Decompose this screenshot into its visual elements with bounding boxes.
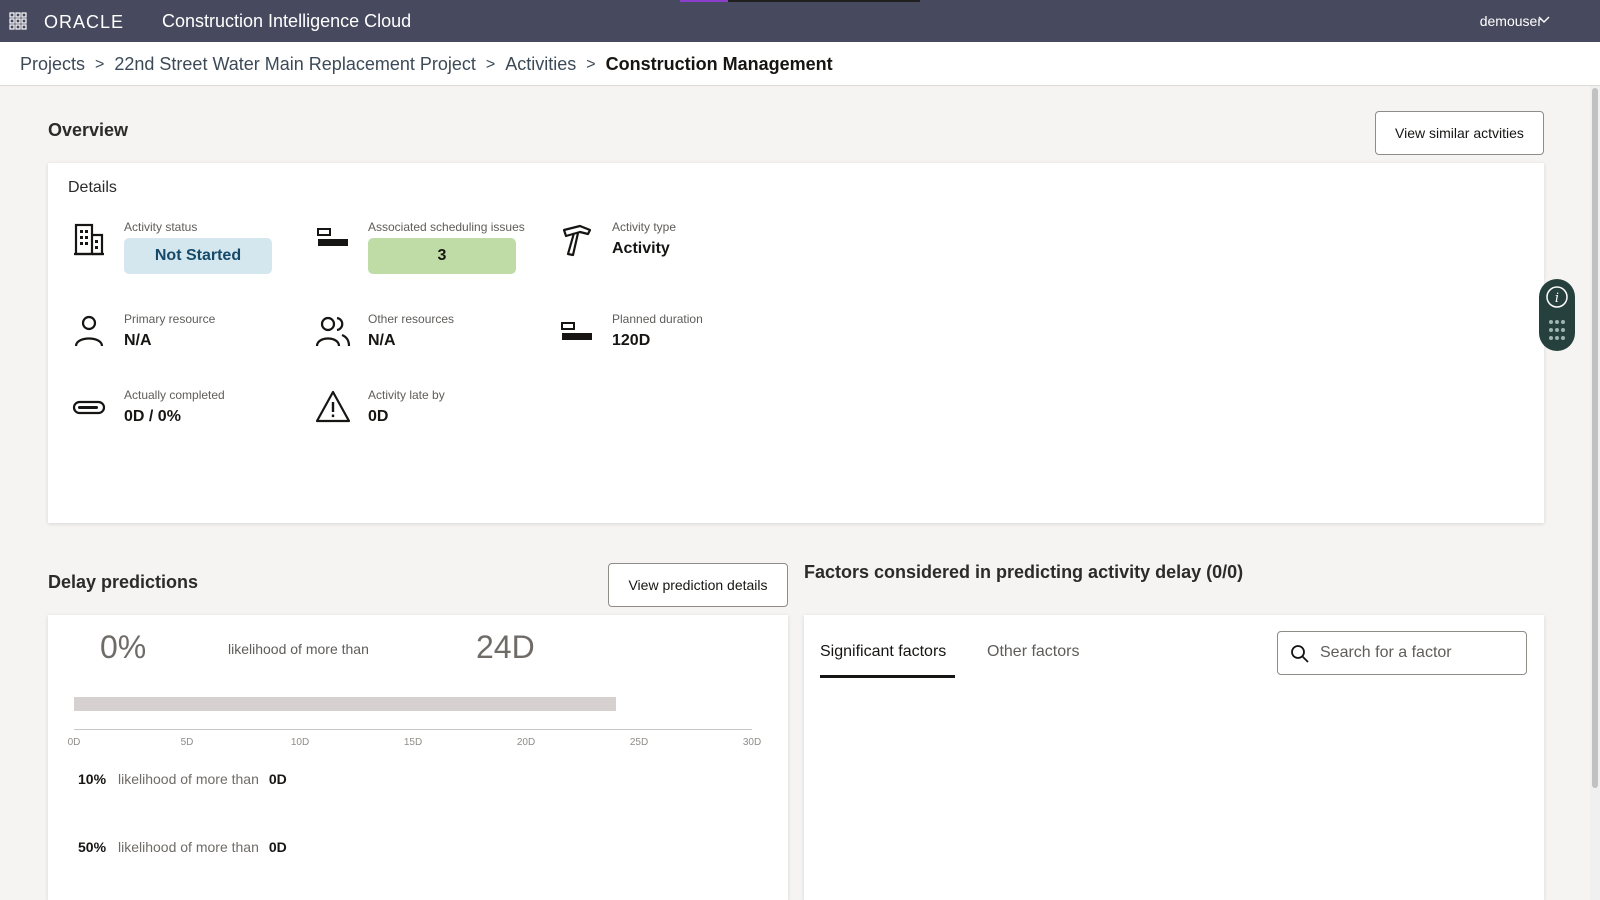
scrollbar-thumb[interactable] — [1592, 88, 1598, 788]
product-name: Construction Intelligence Cloud — [162, 11, 412, 31]
page-scrollbar[interactable] — [1590, 86, 1600, 900]
tab-significant-factors[interactable]: Significant factors — [820, 643, 946, 661]
likelihood-row-10: 10% likelihood of more than 0D — [78, 771, 287, 787]
issues-count-badge[interactable]: 3 — [368, 238, 516, 274]
details-card: Details Activity status Not Started Asso… — [48, 163, 1544, 523]
axis-tick-label: 10D — [290, 737, 310, 748]
delay-bar-track — [74, 697, 617, 711]
active-tab-indicator — [820, 675, 955, 678]
drag-handle-icon[interactable] — [1548, 319, 1566, 341]
headline-delay-days: 24D — [476, 629, 535, 665]
top-bar: ORACLE Construction Intelligence Cloud d… — [0, 0, 1600, 42]
likelihood-percent: 50% — [78, 839, 107, 855]
breadcrumb-separator: > — [95, 55, 105, 73]
person-icon — [74, 315, 104, 347]
overview-title: Overview — [48, 120, 129, 140]
delay-axis-line — [74, 729, 752, 730]
factor-search-box[interactable] — [1277, 631, 1527, 675]
breadcrumb-projects[interactable]: Projects — [20, 54, 85, 75]
headline-likelihood-text: likelihood of more than — [228, 641, 369, 657]
progress-pill-icon — [72, 400, 106, 415]
side-assistant-widget[interactable]: i — [1539, 279, 1575, 351]
actually-completed-value: 0D / 0% — [124, 408, 181, 425]
axis-tick-label: 30D — [742, 737, 762, 748]
other-resources-label: Other resources — [368, 312, 455, 326]
planned-duration-value: 120D — [612, 332, 651, 349]
warning-icon — [315, 390, 351, 423]
breadcrumb-bar: Projects > 22nd Street Water Main Replac… — [0, 42, 1600, 86]
primary-resource-label: Primary resource — [124, 312, 216, 326]
scheduling-issues-label: Associated scheduling issues — [368, 220, 525, 234]
primary-resource-value: N/A — [124, 332, 152, 349]
factors-title: Factors considered in predicting activit… — [804, 562, 1244, 582]
hammer-icon — [562, 224, 592, 257]
likelihood-text: likelihood of more than — [118, 771, 259, 787]
oracle-logo[interactable]: ORACLE — [44, 12, 124, 33]
likelihood-row-50: 50% likelihood of more than 0D — [78, 839, 287, 855]
people-icon — [315, 316, 351, 347]
breadcrumb-separator: > — [485, 55, 496, 73]
view-similar-activities-button[interactable]: View similar actvities — [1375, 111, 1544, 155]
user-menu[interactable]: demouser — [1480, 13, 1542, 29]
search-icon — [1291, 645, 1309, 663]
delay-bar-fill — [74, 697, 617, 711]
info-icon[interactable]: i — [1545, 285, 1569, 309]
delay-predictions-title: Delay predictions — [48, 572, 199, 592]
top-accent — [680, 0, 728, 2]
apps-grid-icon[interactable] — [9, 12, 27, 30]
delay-predictions-card: 0% likelihood of more than 24D 0D 5D 10D 15… — [48, 615, 788, 900]
factors-card: Significant factors Other factors — [804, 615, 1544, 900]
top-accent-dark — [728, 0, 920, 2]
view-prediction-details-button[interactable]: View prediction details — [608, 563, 788, 607]
axis-tick-label: 25D — [629, 737, 649, 748]
likelihood-days: 0D — [268, 771, 287, 787]
likelihood-text: likelihood of more than — [118, 839, 259, 855]
breadcrumb: Projects > 22nd Street Water Main Replac… — [20, 54, 833, 75]
planned-duration-label: Planned duration — [612, 312, 703, 326]
activity-type-label: Activity type — [612, 220, 677, 234]
late-by-label: Activity late by — [368, 388, 445, 402]
chevron-down-icon[interactable] — [1538, 15, 1550, 25]
likelihood-days: 0D — [268, 839, 287, 855]
activity-type-value: Activity — [612, 240, 670, 257]
breadcrumb-current: Construction Management — [605, 54, 833, 74]
headline-likelihood-percent: 0% — [100, 629, 147, 665]
axis-tick-label: 0D — [67, 737, 81, 748]
gantt-bars-icon — [317, 228, 348, 246]
building-icon — [74, 223, 104, 256]
axis-tick-label: 20D — [516, 737, 536, 748]
duration-bars-icon — [561, 322, 592, 340]
svg-text:i: i — [1555, 291, 1559, 306]
late-by-value: 0D — [368, 408, 389, 425]
actually-completed-label: Actually completed — [124, 388, 225, 402]
axis-tick-label: 15D — [403, 737, 423, 748]
tab-other-factors[interactable]: Other factors — [987, 643, 1079, 661]
details-title: Details — [68, 179, 117, 196]
likelihood-percent: 10% — [78, 771, 107, 787]
status-badge: Not Started — [124, 238, 272, 274]
other-resources-value: N/A — [368, 332, 396, 349]
breadcrumb-activities[interactable]: Activities — [505, 54, 576, 75]
activity-status-label: Activity status — [124, 220, 198, 234]
factor-search-input[interactable] — [1320, 638, 1520, 668]
breadcrumb-separator: > — [586, 55, 596, 73]
axis-tick-label: 5D — [180, 737, 194, 748]
breadcrumb-project[interactable]: 22nd Street Water Main Replacement Proje… — [114, 54, 476, 75]
